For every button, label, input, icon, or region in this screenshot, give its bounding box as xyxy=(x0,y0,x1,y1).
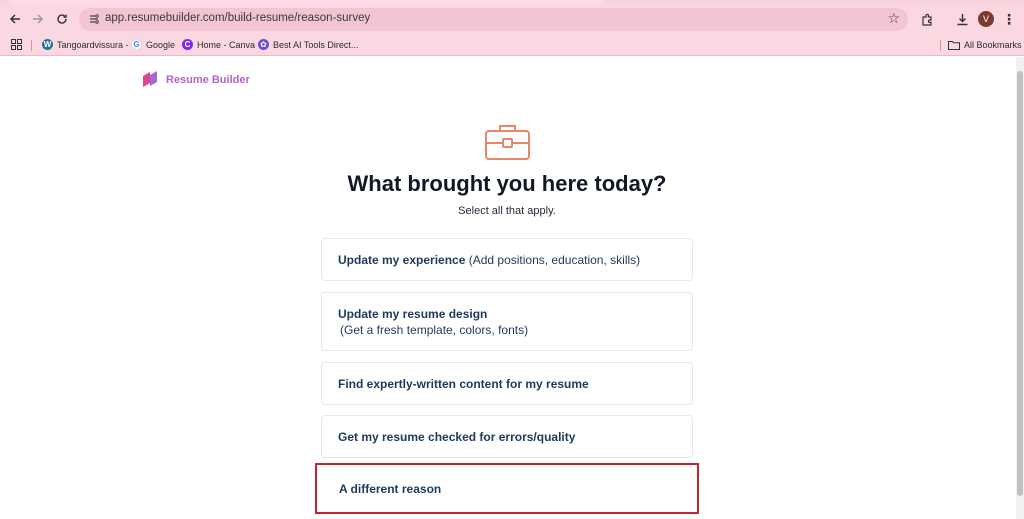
address-bar[interactable]: app.resumebuilder.com/build-resume/reaso… xyxy=(79,8,908,31)
option-label: Get my resume checked for errors/quality xyxy=(338,429,576,444)
page-scrollbar[interactable] xyxy=(1016,57,1024,519)
bookmarks-divider xyxy=(940,40,941,51)
bookmark-item[interactable]: G Google xyxy=(131,37,175,52)
bookmark-label: Tangoardvissura - xyxy=(57,39,129,50)
briefcase-icon xyxy=(485,125,530,160)
gear-flower-icon: ✿ xyxy=(258,39,269,50)
page-title: What brought you here today? xyxy=(347,171,667,196)
bookmark-label: Google xyxy=(146,39,176,50)
bookmark-label: Best AI Tools Direct... xyxy=(273,39,359,50)
brand-name: Resume Builder xyxy=(166,74,250,86)
page-content: Resume Builder What brought you here tod… xyxy=(0,57,1016,519)
url-text[interactable]: app.resumebuilder.com/build-resume/reaso… xyxy=(105,12,370,24)
apps-grid-icon xyxy=(11,39,22,50)
all-bookmarks-label: All Bookmarks xyxy=(964,39,1022,50)
download-icon xyxy=(957,13,967,25)
bookmarks-bar: W Tangoardvissura - G Google C Home - Ca… xyxy=(0,33,1024,56)
forward-button[interactable] xyxy=(28,9,48,29)
page-subtitle: Select all that apply. xyxy=(458,205,556,217)
wordpress-icon: W xyxy=(42,39,53,50)
reload-button[interactable] xyxy=(52,9,72,29)
menu-kebab-icon[interactable]: ⋮ xyxy=(1001,9,1017,29)
brand-logo[interactable]: Resume Builder xyxy=(140,70,250,90)
all-bookmarks-button[interactable]: All Bookmarks xyxy=(948,37,1022,52)
downloads-button[interactable] xyxy=(953,9,971,29)
option-label: Update my resume design xyxy=(338,306,488,321)
option-label: A different reason xyxy=(339,481,442,496)
bookmark-label: Home - Canva xyxy=(197,39,256,50)
reload-icon xyxy=(57,14,67,24)
option-update-design[interactable]: Update my resume design (Get a fresh tem… xyxy=(321,292,693,351)
option-label: Update my experience xyxy=(338,252,466,267)
option-label: Find expertly-written content for my res… xyxy=(338,376,589,391)
bookmark-star-icon[interactable]: ☆ xyxy=(887,10,900,27)
folder-icon xyxy=(948,40,960,50)
resume-builder-logo-icon xyxy=(143,71,157,87)
option-update-experience[interactable]: Update my experience (Add positions, edu… xyxy=(321,238,693,281)
apps-grid-button[interactable] xyxy=(11,37,22,52)
bookmark-item[interactable]: ✿ Best AI Tools Direct... xyxy=(258,37,358,52)
browser-toolbar: app.resumebuilder.com/build-resume/reaso… xyxy=(0,6,1024,33)
extensions-button[interactable] xyxy=(918,9,936,29)
google-icon: G xyxy=(131,39,142,50)
option-expert-content[interactable]: Find expertly-written content for my res… xyxy=(321,362,693,405)
option-description: (Add positions, education, skills) xyxy=(465,252,641,267)
bookmark-item[interactable]: C Home - Canva xyxy=(182,37,255,52)
arrow-right-icon xyxy=(33,14,44,24)
avatar: V xyxy=(978,11,994,27)
bookmark-item[interactable]: W Tangoardvissura - xyxy=(42,37,129,52)
site-info-icon[interactable] xyxy=(87,12,101,26)
scrollbar-thumb[interactable] xyxy=(1017,71,1023,496)
option-check-errors[interactable]: Get my resume checked for errors/quality xyxy=(321,415,693,458)
bookmarks-divider xyxy=(31,40,32,51)
back-button[interactable] xyxy=(5,9,25,29)
option-different-reason[interactable]: A different reason xyxy=(315,463,699,514)
canva-icon: C xyxy=(182,39,193,50)
option-description: (Get a fresh template, colors, fonts) xyxy=(340,322,529,337)
arrow-left-icon xyxy=(9,14,20,24)
profile-button[interactable]: V xyxy=(977,9,995,29)
puzzle-icon xyxy=(921,13,932,26)
